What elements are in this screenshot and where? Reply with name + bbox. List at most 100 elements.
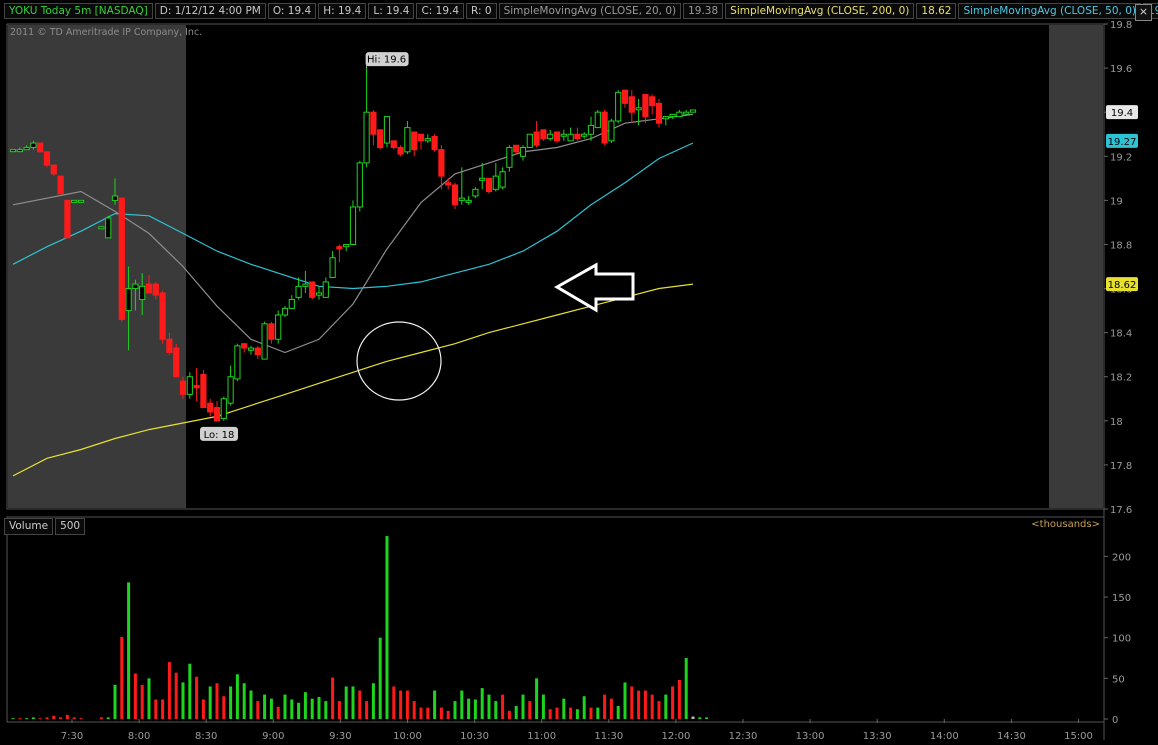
candle-body [343,243,350,248]
volume-bar [405,690,409,719]
volume-bar [167,662,171,719]
candle-body [125,288,132,312]
candle-body [207,402,214,413]
candle-body [145,283,153,294]
time-tick-label: 10:00 [393,731,422,742]
candle-body [513,144,520,153]
price-tick-label: 18.8 [1110,240,1132,251]
sma50-study-label[interactable]: SimpleMovingAvg (CLOSE, 50, 0) [958,3,1141,19]
volume-bar [623,682,627,719]
candle-body [669,113,676,118]
candle-body [655,102,663,124]
candle-body [220,398,227,420]
candle-body [356,162,363,208]
symbol-label[interactable]: YOKU Today 5m [NASDAQ] [4,3,153,19]
open-label: O: 19.4 [267,3,317,19]
volume-bar [548,709,552,719]
volume-bar [487,694,491,719]
volume-bar [174,672,178,719]
candle-body [315,292,323,296]
candle-body [139,285,146,301]
volume-label[interactable]: Volume [4,518,54,535]
volume-bar [11,718,15,720]
price-tick-label: 19 [1110,196,1123,207]
volume-units-label: <thousands> [1031,519,1100,530]
volume-bar [609,698,613,719]
sma200-study-label[interactable]: SimpleMovingAvg (CLOSE, 200, 0) [725,3,915,19]
sma200-value: 18.62 [916,3,957,19]
volume-tick-label: 100 [1112,634,1131,645]
candle-body [615,91,622,122]
volume-bar [106,717,110,719]
time-tick-label: 11:30 [594,731,623,742]
candle-body [254,347,261,356]
volume-bar [596,707,600,719]
candle [118,197,125,322]
sma20-value: 19.38 [683,3,724,19]
candle-body [179,380,187,395]
volume-bar [317,697,321,719]
volume-bar [140,684,144,719]
time-tick-label: 13:00 [796,731,825,742]
price-volume-chart[interactable]: Hi: 19.6 Lo: 18 19.8 19.6 19.4 19.2 19 18.8 18.… [0,0,1158,745]
time-tick-label: 12:30 [729,731,758,742]
candle-body [479,177,486,181]
price-tick-label: 18 [1110,417,1123,428]
volume-bar [378,637,382,719]
volume-bar [337,701,341,719]
sma20-study-label[interactable]: SimpleMovingAvg (CLOSE, 20, 0) [498,3,682,19]
time-tick-label: 15:00 [1064,731,1093,742]
volume-bar [290,699,294,719]
volume-bar [514,705,518,719]
candle [526,133,533,148]
sma50-price-badge: 19.27 [1108,137,1137,148]
time-tick-label: 10:30 [460,731,489,742]
last-price-badge: 19.4 [1111,108,1133,119]
candle-body [105,217,112,239]
volume-pane [6,516,1105,723]
volume-bar [589,707,593,719]
volume-bar [569,707,573,719]
volume-bar [480,688,484,719]
candle [275,310,282,344]
volume-bar [188,663,192,719]
close-icon[interactable]: × [1135,4,1152,21]
candle-body [118,197,125,320]
volume-bar [38,718,42,720]
candle-body [642,94,649,118]
candle-body [302,283,309,287]
candle-body [50,164,57,175]
candle-body [71,199,78,203]
candle-body [227,376,234,404]
candle-body [309,281,316,298]
time-tick-label: 14:30 [997,731,1026,742]
volume-bar [249,690,253,719]
candle-body [295,285,302,298]
range-label: R: 0 [466,3,497,19]
candle-body [173,347,180,378]
candle-body [57,175,64,195]
volume-bar [494,701,498,719]
volume-bar [324,701,328,719]
volume-bar [229,686,233,719]
volume-bar [643,690,647,719]
candle [485,177,493,194]
candle-body [451,184,459,206]
candle-body [322,281,329,298]
volume-bar [677,679,681,719]
candle-body [587,124,595,135]
premarket-shade [8,25,186,508]
candle-body [213,407,221,422]
candle-body [465,199,472,203]
volume-bar [541,694,545,719]
candle-body [689,109,697,113]
volume-bar [351,686,355,719]
volume-bar [358,690,362,719]
candle-body [9,149,17,153]
volume-bar [31,717,35,719]
volume-bar [72,717,76,719]
time-tick-label: 9:00 [262,731,284,742]
volume-bar [371,683,375,719]
volume-bar [535,678,539,719]
volume-bar [385,536,389,719]
